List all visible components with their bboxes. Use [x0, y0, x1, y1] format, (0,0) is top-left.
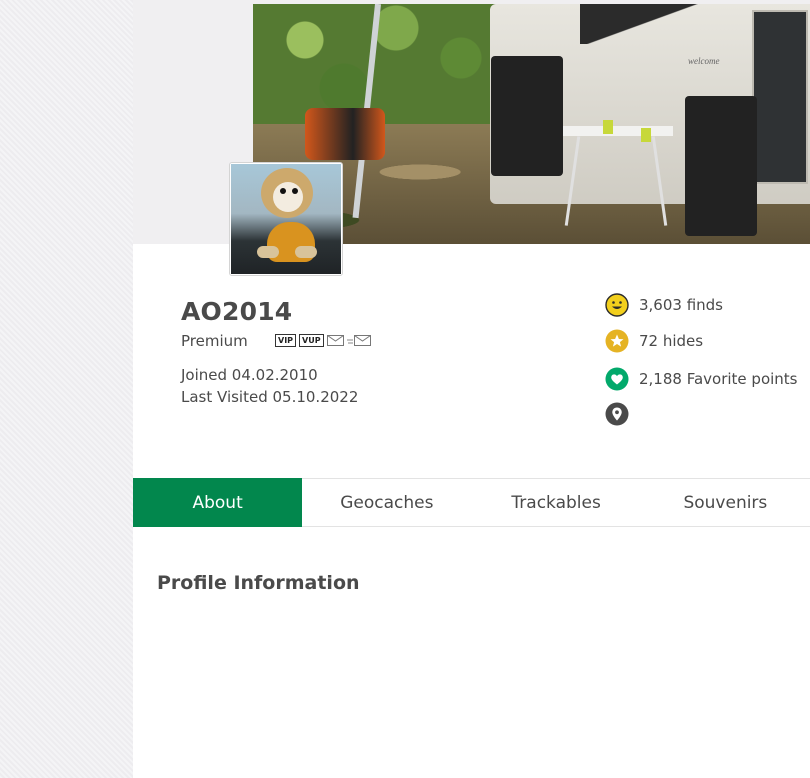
username: AO2014	[181, 297, 293, 326]
smiley-icon	[605, 293, 629, 317]
location-pin-icon	[605, 402, 629, 426]
vip-badge[interactable]: VIP	[275, 334, 297, 347]
monkey-face	[273, 182, 303, 212]
vup-badge[interactable]: VUP	[299, 334, 324, 347]
favorites-stat[interactable]: 2,188 Favorite points	[605, 367, 798, 391]
section-title: Profile Information	[157, 572, 360, 594]
van-door	[752, 10, 808, 184]
banner-cup	[603, 120, 613, 134]
avatar-photo	[231, 164, 341, 274]
banner-scooters	[305, 108, 385, 160]
monkey-eye	[292, 188, 298, 194]
membership-level: Premium	[181, 332, 248, 350]
van-brand-text: welcome	[688, 56, 720, 66]
monkey-arm	[295, 246, 317, 258]
heart-icon	[605, 367, 629, 391]
star-icon	[605, 329, 629, 353]
forward-envelope-icon[interactable]	[346, 335, 372, 346]
hides-stat[interactable]: 72 hides	[605, 329, 703, 353]
banner-hedge	[253, 4, 513, 124]
finds-count: 3,603 finds	[639, 296, 724, 314]
page-background	[0, 0, 133, 778]
tab-souvenirs[interactable]: Souvenirs	[641, 478, 810, 527]
finds-stat[interactable]: 3,603 finds	[605, 293, 723, 317]
banner-chair-left	[491, 56, 563, 176]
membership-badges: VIP VUP	[275, 334, 372, 347]
banner-cup	[641, 128, 651, 142]
tab-about[interactable]: About	[133, 478, 303, 527]
last-visited-date: Last Visited 05.10.2022	[181, 388, 359, 406]
tab-trackables[interactable]: Trackables	[472, 478, 641, 527]
banner-table	[563, 126, 673, 136]
avatar[interactable]	[229, 162, 343, 276]
hides-count: 72 hides	[639, 332, 704, 350]
joined-date: Joined 04.02.2010	[181, 366, 318, 384]
favorites-count: 2,188 Favorite points	[639, 370, 798, 388]
profile-tabs: About Geocaches Trackables Souvenirs	[133, 478, 810, 527]
banner-chair-right	[685, 96, 757, 236]
monkey-eye	[280, 188, 286, 194]
monkey-arm	[257, 246, 279, 258]
envelope-icon[interactable]	[326, 335, 344, 346]
tab-geocaches[interactable]: Geocaches	[302, 478, 471, 527]
location-stat[interactable]	[605, 402, 629, 426]
van-stripe	[580, 4, 760, 44]
